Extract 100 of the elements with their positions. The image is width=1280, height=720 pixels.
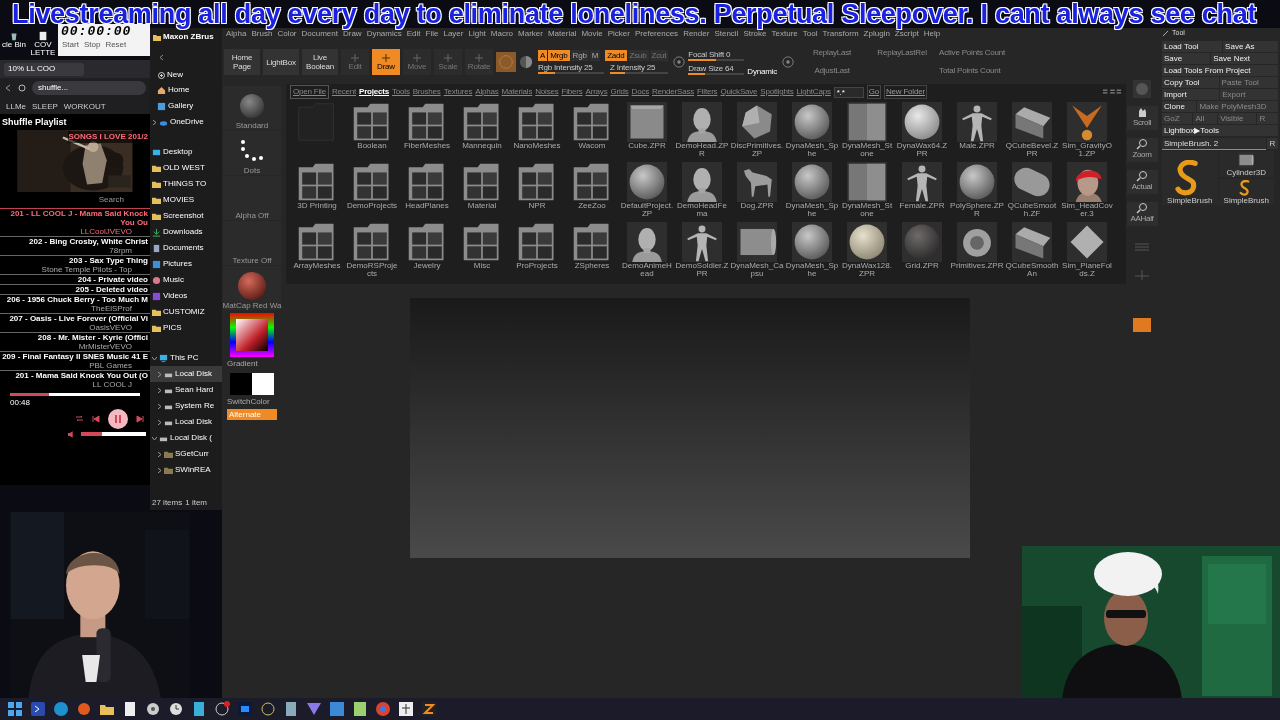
recycle-bin-icon[interactable] bbox=[9, 31, 19, 41]
go-button[interactable]: Go bbox=[866, 85, 881, 99]
menu-item[interactable]: Render bbox=[683, 28, 710, 40]
volume-icon[interactable] bbox=[68, 430, 75, 438]
photoshop-icon[interactable] bbox=[236, 700, 254, 718]
menu-item[interactable]: Light bbox=[468, 28, 486, 40]
material-icon[interactable] bbox=[519, 55, 533, 69]
lightbox-item[interactable]: DemoHead.ZPR bbox=[675, 102, 729, 160]
lightbox-tab[interactable]: Grids bbox=[610, 86, 629, 98]
tree-item[interactable]: SWinREA bbox=[150, 462, 222, 478]
lightbox-item[interactable]: ZeeZoo bbox=[565, 162, 619, 220]
gradient-label[interactable]: Gradient bbox=[222, 358, 258, 370]
lightbox-item[interactable]: ArrayMeshes bbox=[290, 222, 344, 280]
tool-thumbnail[interactable]: SimpleBrush bbox=[1218, 178, 1274, 205]
lightbox-tab[interactable]: Tools bbox=[392, 86, 410, 98]
lightbox-tab[interactable]: Projects bbox=[359, 86, 390, 98]
menu-item[interactable]: Tool bbox=[802, 28, 818, 40]
tree-item[interactable]: Pictures bbox=[150, 256, 222, 272]
lightbox-item[interactable]: DynaMesh_Stone bbox=[840, 102, 894, 160]
lightbox-item[interactable]: Misc bbox=[455, 222, 509, 280]
lightbox-item[interactable]: DynaMesh_Capsu bbox=[730, 222, 784, 280]
menu-item[interactable]: Zplugin bbox=[863, 28, 890, 40]
slider-track[interactable] bbox=[688, 58, 745, 61]
lightbox-item[interactable]: Grid.ZPR bbox=[895, 222, 949, 280]
address-bar[interactable]: shuffle... bbox=[32, 81, 146, 95]
lightbox-item[interactable]: Wacom bbox=[565, 102, 619, 160]
menu-item[interactable]: Stroke bbox=[743, 28, 767, 40]
brush-size-icon[interactable] bbox=[782, 56, 795, 68]
view-button[interactable]: Zoom bbox=[1126, 138, 1158, 162]
lightbox-tab[interactable]: Alphas bbox=[475, 86, 499, 98]
start-icon[interactable] bbox=[6, 700, 24, 718]
menu-item[interactable]: Help bbox=[923, 28, 941, 40]
lightbox-item[interactable]: ProProjects bbox=[510, 222, 564, 280]
r-button[interactable]: R bbox=[1267, 138, 1278, 149]
menu-item[interactable]: Edit bbox=[406, 28, 421, 40]
gear-icon[interactable] bbox=[144, 700, 162, 718]
lightbox-item[interactable]: Sim_HeadCover.3 bbox=[1060, 162, 1114, 220]
search-field[interactable]: *.* bbox=[833, 86, 864, 98]
bookmark[interactable]: WORKOUT bbox=[63, 101, 106, 113]
switch-color-label[interactable]: SwitchColor bbox=[222, 396, 270, 408]
browser-icon[interactable] bbox=[52, 700, 70, 718]
lightbox-tab[interactable]: Textures bbox=[443, 86, 473, 98]
tree-item[interactable]: Sean Hard bbox=[150, 382, 222, 398]
menu-item[interactable]: Brush bbox=[251, 28, 273, 40]
tree-item[interactable]: Local Disk bbox=[150, 414, 222, 430]
menu-item[interactable]: Dynamics bbox=[366, 28, 402, 40]
lightbox-item[interactable]: NPR bbox=[510, 162, 564, 220]
shelf-thumbnail[interactable]: Alpha Off bbox=[223, 176, 281, 220]
globe-icon[interactable] bbox=[75, 700, 93, 718]
lightbox-item[interactable]: QCubeSmoothAn bbox=[1005, 222, 1059, 280]
lightbox-item[interactable]: QCubeSmooth.ZF bbox=[1005, 162, 1059, 220]
progress-track[interactable] bbox=[10, 392, 140, 396]
panel-button[interactable]: Lightbox▶Tools bbox=[1162, 125, 1278, 136]
tree-item[interactable]: Downloads bbox=[150, 224, 222, 240]
lightbox-tab[interactable]: Recent bbox=[331, 86, 357, 98]
bookmark[interactable]: SLEEP bbox=[32, 101, 58, 113]
back-icon[interactable] bbox=[4, 84, 12, 92]
shelf-thumbnail[interactable]: Texture Off bbox=[223, 221, 281, 265]
lightbox-tab[interactable]: RenderSass bbox=[652, 86, 695, 98]
replay-button[interactable]: ReplayLast bbox=[799, 47, 866, 59]
spreadsheet-icon[interactable] bbox=[351, 700, 369, 718]
list-view-icon[interactable] bbox=[1102, 88, 1122, 96]
previous-icon[interactable] bbox=[92, 414, 100, 423]
lightbox-item[interactable]: Material bbox=[455, 162, 509, 220]
tree-item[interactable]: Music bbox=[150, 272, 222, 288]
lightbox-item[interactable]: DiscPrimitives.ZP bbox=[730, 102, 784, 160]
lightbox-tab[interactable]: Materials bbox=[501, 86, 533, 98]
figure-icon[interactable] bbox=[397, 700, 415, 718]
mode-button[interactable]: Mrgb bbox=[548, 50, 570, 61]
lightbox-item[interactable]: Male.ZPR bbox=[950, 102, 1004, 160]
tree-item[interactable]: Screenshot bbox=[150, 208, 222, 224]
zbrush-icon[interactable] bbox=[420, 700, 438, 718]
shelf-button[interactable]: LightBox bbox=[263, 49, 299, 75]
panel-button[interactable]: Save As bbox=[1223, 41, 1278, 52]
volume-track[interactable] bbox=[80, 432, 146, 436]
lightbox-item[interactable]: DefaultProject.ZP bbox=[620, 162, 674, 220]
next-icon[interactable] bbox=[136, 414, 144, 423]
lightbox-item[interactable]: DemoSoldier.ZPR bbox=[675, 222, 729, 280]
repeat-icon[interactable] bbox=[75, 414, 84, 423]
search-label[interactable]: Search bbox=[0, 193, 150, 206]
menu-item[interactable]: Zscript bbox=[894, 28, 919, 40]
panel-button[interactable]: Import bbox=[1162, 89, 1220, 100]
lightbox-tab[interactable]: Docs bbox=[631, 86, 649, 98]
lightbox-tab[interactable]: Fibers bbox=[561, 86, 583, 98]
tree-item[interactable]: OLD WEST bbox=[150, 160, 222, 176]
tree-item[interactable]: Videos bbox=[150, 288, 222, 304]
replay-button[interactable]: AdjustLast bbox=[799, 65, 866, 77]
lightbox-item[interactable]: Sim_PlaneFolds.Z bbox=[1060, 222, 1114, 280]
tree-item[interactable]: CUSTOMIZ bbox=[150, 304, 222, 320]
tool-thumbnail[interactable]: SimpleBrush bbox=[1162, 151, 1218, 205]
lightbox-item[interactable]: DemoProjects bbox=[345, 162, 399, 220]
tree-item[interactable]: SGetCurr bbox=[150, 446, 222, 462]
lightbox-item[interactable]: DynaMesh_Sphe bbox=[785, 102, 839, 160]
shelf-button[interactable]: Home Page bbox=[224, 49, 260, 75]
menu-item[interactable]: Layer bbox=[443, 28, 464, 40]
timer-button[interactable]: Start bbox=[61, 40, 80, 50]
shelf-thumbnail[interactable]: MatCap Red Wa bbox=[223, 266, 281, 310]
panel-button[interactable]: Save bbox=[1162, 53, 1211, 64]
lightbox-item[interactable]: QCubeBevel.ZPR bbox=[1005, 102, 1059, 160]
tree-item[interactable]: Local Disk ( bbox=[150, 430, 222, 446]
